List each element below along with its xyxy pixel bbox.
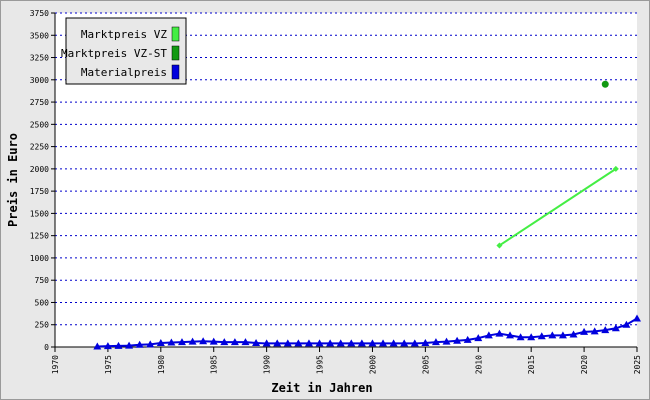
y-tick-label: 2500 [30, 120, 49, 129]
x-tick-label: 1975 [104, 355, 113, 374]
y-tick-label: 0 [44, 343, 49, 352]
legend-swatch [171, 64, 180, 80]
x-tick-label: 2005 [421, 355, 430, 374]
x-tick-label: 1980 [157, 355, 166, 374]
y-tick-label: 3250 [30, 54, 49, 63]
legend-label: Materialpreis [81, 66, 167, 79]
y-tick-label: 3500 [30, 31, 49, 40]
y-tick-label: 1250 [30, 232, 49, 241]
legend-swatch [171, 26, 180, 42]
legend-swatch [171, 45, 180, 61]
x-tick-label: 2025 [633, 355, 642, 374]
data-point [601, 80, 609, 88]
x-tick-label: 2000 [368, 355, 377, 374]
chart: 0 250 500 750 1000 1250 1500 1750 2000 2250 2500 27… [6, 9, 642, 395]
x-tick-label: 1985 [210, 355, 219, 374]
x-axis-label: Zeit in Jahren [271, 381, 372, 395]
y-tick-label: 2750 [30, 98, 49, 107]
y-tick-label: 1750 [30, 187, 49, 196]
legend-label: Marktpreis VZ-ST [61, 47, 167, 60]
x-tick-label: 1990 [263, 355, 272, 374]
y-tick-label: 3750 [30, 9, 49, 18]
y-tick-label: 750 [35, 276, 50, 285]
x-tick-label: 1970 [51, 355, 60, 374]
legend: Marktpreis VZ Marktpreis VZ-ST Materialpre… [61, 17, 187, 85]
y-tick-label: 250 [35, 321, 50, 330]
series-marktpreis-vz-st [601, 80, 609, 88]
y-axis-label: Preis in Euro [6, 133, 20, 227]
y-tick-label: 2250 [30, 143, 49, 152]
y-tick-label: 1500 [30, 209, 49, 218]
x-tick-label: 2020 [580, 355, 589, 374]
legend-label: Marktpreis VZ [81, 28, 167, 41]
y-tick-label: 2000 [30, 165, 49, 174]
y-tick-label: 1000 [30, 254, 49, 263]
x-tick-label: 2015 [527, 355, 536, 374]
x-tick-label: 1995 [316, 355, 325, 374]
x-tick-label: 2010 [474, 355, 483, 374]
y-tick-label: 3000 [30, 76, 49, 85]
y-tick-label: 500 [35, 298, 50, 307]
